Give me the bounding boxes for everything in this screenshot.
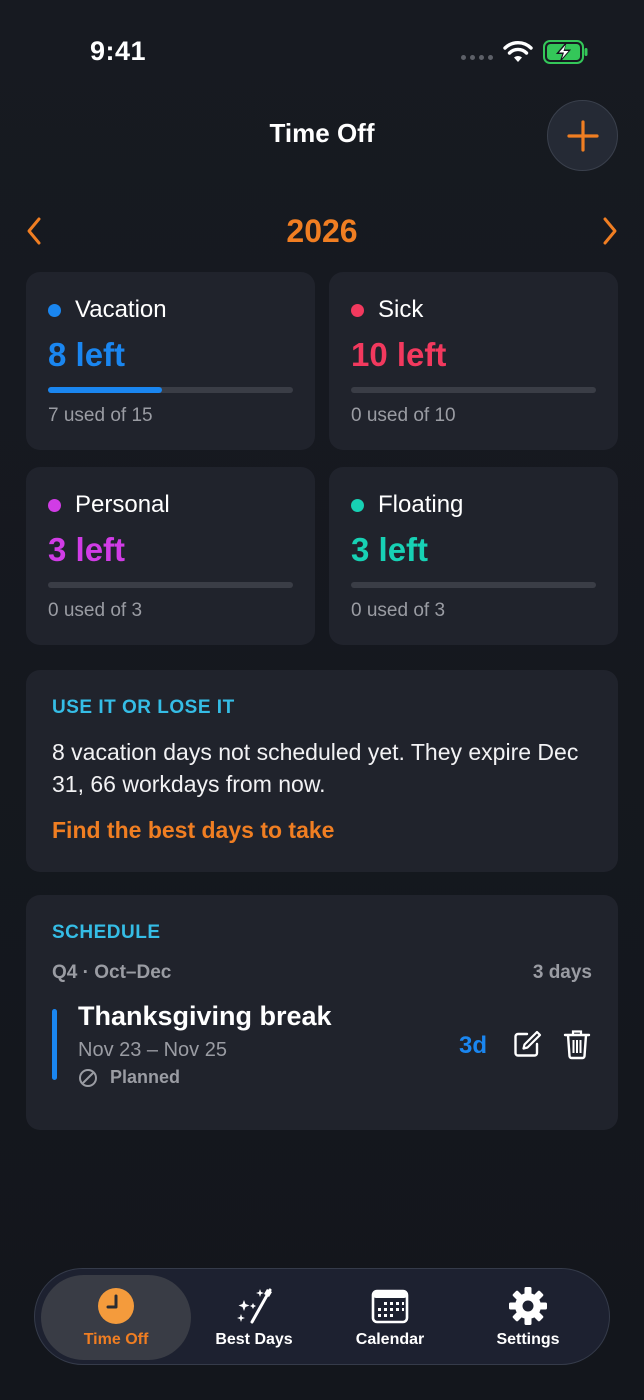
days-used: 0 used of 3 — [48, 600, 143, 621]
days-used: 0 used of 3 — [351, 600, 446, 621]
gear-icon — [509, 1287, 547, 1325]
tab-bar: Time Off Best Days Calendar Settings — [34, 1268, 610, 1365]
edit-icon[interactable] — [512, 1029, 542, 1059]
planned-status-icon — [79, 1068, 97, 1087]
days-used: 7 used of 15 — [48, 405, 153, 426]
status-time: 9:41 — [90, 36, 147, 66]
status-bar: 9:41 — [0, 0, 644, 100]
category-dot — [351, 303, 364, 317]
tab-label: Settings — [496, 1331, 560, 1348]
quarter-total: 3 days — [532, 962, 592, 983]
entry-status: Planned — [78, 1067, 180, 1088]
usage-progress-bar — [48, 582, 293, 588]
category-name: Personal — [75, 491, 170, 518]
category-dot — [351, 498, 364, 512]
year-label: 2026 — [286, 213, 358, 249]
days-left: 10 left — [351, 336, 447, 373]
days-left: 3 left — [48, 531, 126, 568]
tab-best-days[interactable]: Best Days — [179, 1275, 329, 1360]
wifi-icon — [503, 41, 533, 62]
schedule-heading: SCHEDULE — [52, 922, 161, 943]
entry-status-label: Planned — [110, 1067, 181, 1087]
days-used: 0 used of 10 — [351, 405, 456, 426]
category-name: Vacation — [75, 296, 167, 323]
balance-card-sick[interactable]: Sick 10 left 0 used of 10 — [329, 272, 618, 450]
find-best-days-link[interactable]: Find the best days to take — [52, 817, 334, 844]
quarter-label: Q4 · Oct–Dec — [52, 962, 172, 983]
balance-card-vacation[interactable]: Vacation 8 left 7 used of 15 — [26, 272, 315, 450]
add-time-off-button[interactable] — [547, 100, 618, 171]
tab-calendar[interactable]: Calendar — [315, 1275, 465, 1360]
balance-card-personal[interactable]: Personal 3 left 0 used of 3 — [26, 467, 315, 645]
balance-card-floating[interactable]: Floating 3 left 0 used of 3 — [329, 467, 618, 645]
usage-progress-bar — [351, 387, 596, 393]
days-left: 8 left — [48, 336, 126, 373]
schedule-card: SCHEDULE Q4 · Oct–Dec 3 days Thanksgivin… — [26, 895, 618, 1130]
battery-charging-icon — [543, 40, 588, 64]
tab-label: Time Off — [83, 1331, 149, 1348]
calendar-icon — [371, 1289, 409, 1324]
category-name: Floating — [378, 491, 464, 518]
expiry-message: 8 vacation days not scheduled yet. They … — [52, 739, 579, 797]
use-it-or-lose-it-card: USE IT OR LOSE IT 8 vacation days not sc… — [26, 670, 618, 872]
category-name: Sick — [378, 296, 424, 323]
days-left: 3 left — [351, 531, 429, 568]
tab-label: Best Days — [215, 1331, 293, 1348]
year-navigation: 2026 — [0, 205, 644, 257]
next-year-chevron-icon[interactable] — [598, 215, 622, 247]
entry-days: 3d — [459, 1032, 488, 1059]
use-it-heading: USE IT OR LOSE IT — [52, 697, 235, 718]
category-dot — [48, 498, 61, 512]
entry-color-bar — [52, 1009, 57, 1080]
plus-icon — [566, 119, 599, 152]
trash-icon[interactable] — [563, 1028, 591, 1060]
clock-icon — [98, 1288, 134, 1324]
cellular-signal-icon — [461, 55, 493, 60]
tab-settings[interactable]: Settings — [453, 1275, 603, 1360]
usage-progress-bar — [48, 387, 293, 393]
entry-title[interactable]: Thanksgiving break — [78, 1001, 332, 1032]
magic-wand-icon — [237, 1288, 272, 1324]
tab-label: Calendar — [355, 1331, 425, 1348]
entry-dates: Nov 23 – Nov 25 — [78, 1039, 227, 1061]
tab-time-off[interactable]: Time Off — [41, 1275, 191, 1360]
category-dot — [48, 303, 61, 317]
usage-progress-bar — [351, 582, 596, 588]
